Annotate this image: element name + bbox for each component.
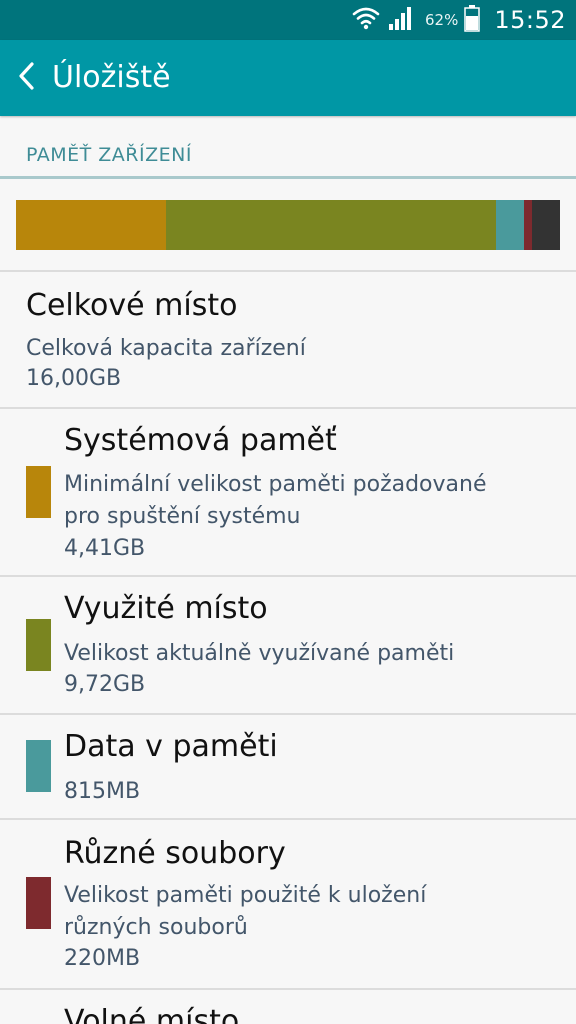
chevron-left-icon	[15, 61, 37, 95]
item-value: 9,72GB	[64, 672, 146, 697]
page-title: Úložiště	[52, 60, 171, 95]
usage-segment-cached	[496, 200, 525, 250]
misc-files-swatch	[26, 877, 51, 929]
section-header: PAMĚŤ ZAŘÍZENÍ	[26, 144, 192, 166]
item-title: Využité místo	[64, 591, 268, 626]
item-title: Volné místo	[64, 1004, 240, 1024]
item-description-line: pro spuštění systému	[64, 504, 301, 529]
item-title: Data v paměti	[64, 729, 278, 764]
item-value: 16,00GB	[26, 366, 122, 391]
item-description: Celková kapacita zařízení	[26, 336, 306, 361]
battery-percent: 62%	[424, 11, 459, 29]
status-bar: 62% 15:52	[0, 0, 576, 40]
item-description-line: Velikost paměti použité k uložení	[64, 883, 427, 908]
item-title: Systémová paměť	[64, 423, 337, 458]
usage-segment-free	[531, 200, 560, 250]
item-title: Celkové místo	[26, 288, 238, 323]
storage-usage-bar	[16, 200, 560, 250]
wifi-icon	[351, 3, 381, 37]
usage-segment-used	[165, 200, 497, 250]
signal-icon	[387, 4, 415, 36]
usage-segment-misc	[524, 200, 532, 250]
total-storage-item[interactable]: Celkové místo Celková kapacita zařízení …	[0, 272, 576, 408]
status-time: 15:52	[494, 6, 566, 34]
item-value: 220MB	[64, 946, 141, 971]
status-icons: 62% 15:52	[351, 0, 566, 40]
misc-files-item[interactable]: Různé soubory Velikost paměti použité k …	[0, 820, 576, 988]
app-bar: Úložiště	[0, 40, 576, 116]
used-space-swatch	[26, 619, 51, 671]
item-description-line: Velikost aktuálně využívané paměti	[64, 641, 455, 666]
cached-data-swatch	[26, 740, 51, 792]
battery-icon	[464, 4, 481, 36]
item-description-line: Minimální velikost paměti požadované	[64, 472, 487, 497]
item-title: Různé soubory	[64, 836, 286, 871]
item-description-line: různých souborů	[64, 915, 248, 940]
system-memory-swatch	[26, 466, 51, 518]
item-value: 815MB	[64, 779, 141, 804]
system-memory-item[interactable]: Systémová paměť Minimální velikost pamět…	[0, 409, 576, 576]
item-value: 4,41GB	[64, 536, 146, 561]
cached-data-item[interactable]: Data v paměti 815MB	[0, 715, 576, 819]
back-button[interactable]	[8, 56, 44, 100]
section-divider	[0, 176, 576, 179]
used-space-item[interactable]: Využité místo Velikost aktuálně využívan…	[0, 577, 576, 713]
usage-segment-system	[16, 200, 166, 250]
free-space-item[interactable]: Volné místo	[0, 990, 576, 1024]
